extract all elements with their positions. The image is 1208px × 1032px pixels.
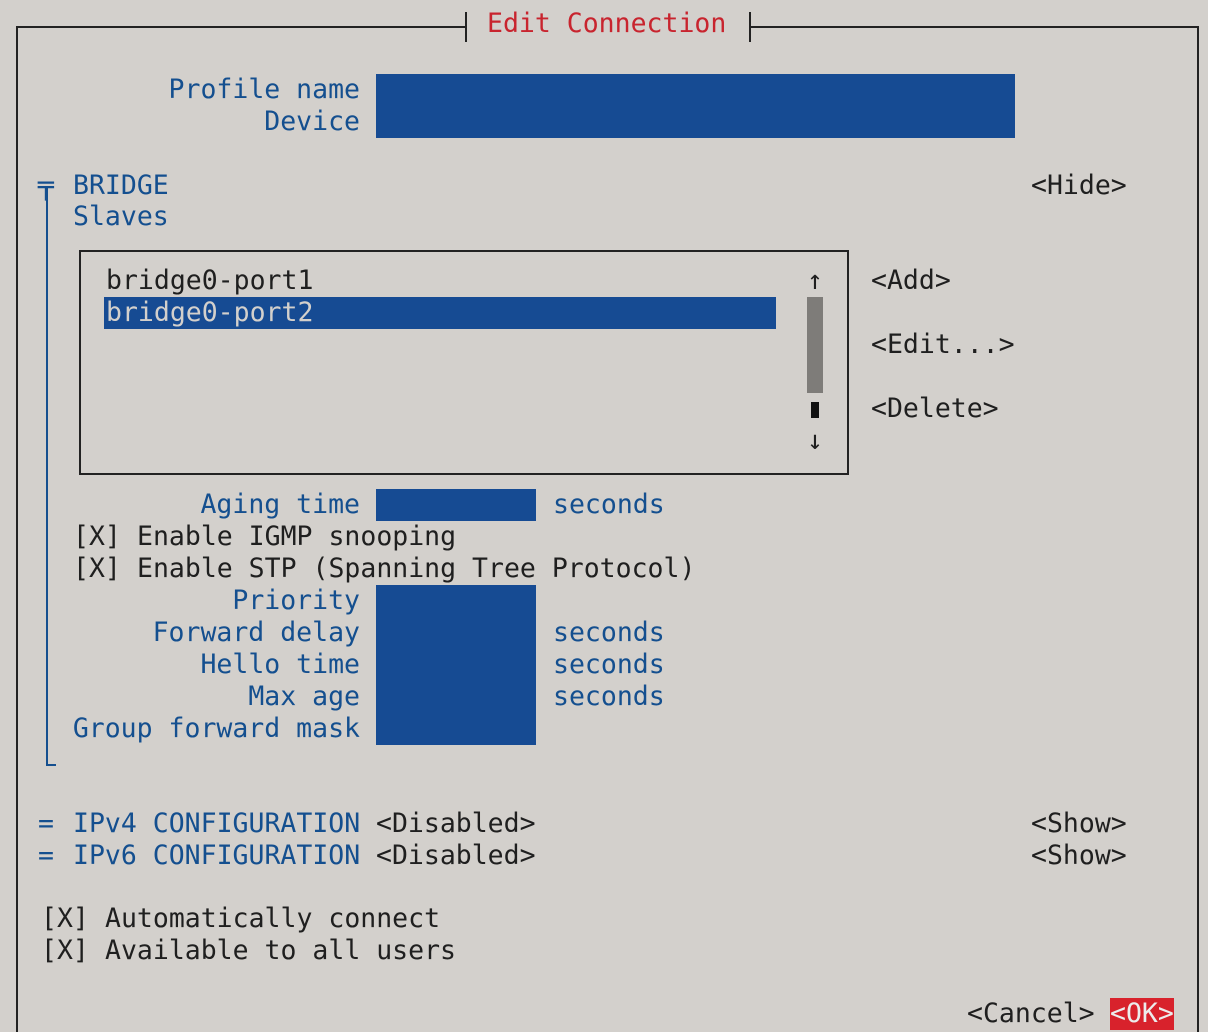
profile-name-field[interactable]: bridge0_________________________________…: [376, 74, 1015, 106]
group-forward-mask-field[interactable]: 0__________: [376, 713, 536, 745]
ipv4-mode-dropdown[interactable]: <Disabled>: [376, 808, 536, 840]
frame-top-left: [16, 26, 466, 28]
max-age-unit: seconds: [553, 681, 665, 712]
igmp-snooping-label: Enable IGMP snooping: [137, 521, 457, 552]
frame-right: [1197, 26, 1199, 1032]
stp-checkbox[interactable]: [X]: [73, 553, 121, 585]
frame-title-left-tick: [465, 12, 467, 42]
all-users-label: Available to all users: [105, 935, 456, 966]
device-label: Device: [264, 106, 360, 137]
selected-slave-label: bridge0-port2: [106, 297, 314, 328]
priority-label: Priority: [232, 585, 360, 616]
bridge-section-title: BRIDGE: [73, 170, 169, 201]
frame-left: [16, 26, 18, 1032]
cancel-button[interactable]: <Cancel>: [967, 998, 1095, 1030]
slave-item-bridge0-port1[interactable]: bridge0-port1: [106, 265, 313, 297]
aging-time-field[interactable]: 300__________: [376, 489, 536, 521]
hide-button[interactable]: <Hide>: [1031, 170, 1127, 202]
scrollbar-track[interactable]: [807, 297, 823, 393]
bridge-section-bracket-foot: [46, 764, 56, 766]
frame-top-right: [750, 26, 1199, 28]
delete-slave-button[interactable]: <Delete>: [871, 393, 999, 425]
ipv4-section-label: IPv4 CONFIGURATION: [73, 808, 361, 839]
ipv6-mode-dropdown[interactable]: <Disabled>: [376, 840, 536, 872]
scrollbar-thumb[interactable]: [811, 402, 819, 418]
add-slave-button[interactable]: <Add>: [871, 265, 951, 297]
group-forward-mask-label: Group forward mask: [72, 713, 360, 744]
all-users-checkbox[interactable]: [X]: [41, 935, 89, 967]
ipv6-section-label: IPv6 CONFIGURATION: [73, 840, 361, 871]
forward-delay-field[interactable]: 15__________: [376, 617, 536, 649]
device-field[interactable]: bridge0_________________________________…: [376, 106, 1015, 138]
ipv4-section-marker: =: [38, 808, 54, 839]
auto-connect-label: Automatically connect: [105, 903, 441, 934]
slave-item-bridge0-port2-selected[interactable]: bridge0-port2: [104, 297, 776, 329]
ipv4-show-button[interactable]: <Show>: [1031, 808, 1127, 840]
edit-slave-button[interactable]: <Edit...>: [871, 329, 1015, 361]
window-title: Edit Connection: [487, 8, 727, 39]
ipv6-section-marker: =: [38, 840, 54, 871]
priority-field[interactable]: 32768__________: [376, 585, 536, 617]
stp-label: Enable STP (Spanning Tree Protocol): [137, 553, 696, 584]
hello-time-unit: seconds: [553, 649, 665, 680]
scroll-down-arrow-icon[interactable]: ↓: [807, 425, 823, 457]
aging-time-label: Aging time: [200, 489, 360, 520]
hello-time-label: Hello time: [200, 649, 360, 680]
max-age-field[interactable]: 20__________: [376, 681, 536, 713]
forward-delay-unit: seconds: [553, 617, 665, 648]
ipv6-show-button[interactable]: <Show>: [1031, 840, 1127, 872]
auto-connect-checkbox[interactable]: [X]: [41, 903, 89, 935]
scroll-up-arrow-icon[interactable]: ↑: [807, 265, 823, 297]
profile-name-label: Profile name: [168, 74, 360, 105]
slaves-label: Slaves: [73, 201, 169, 232]
max-age-label: Max age: [248, 681, 360, 712]
igmp-snooping-checkbox[interactable]: [X]: [73, 521, 121, 553]
ok-button[interactable]: <OK>: [1110, 998, 1174, 1030]
forward-delay-label: Forward delay: [152, 617, 360, 648]
hello-time-field[interactable]: 2__________: [376, 649, 536, 681]
aging-time-unit: seconds: [553, 489, 665, 520]
